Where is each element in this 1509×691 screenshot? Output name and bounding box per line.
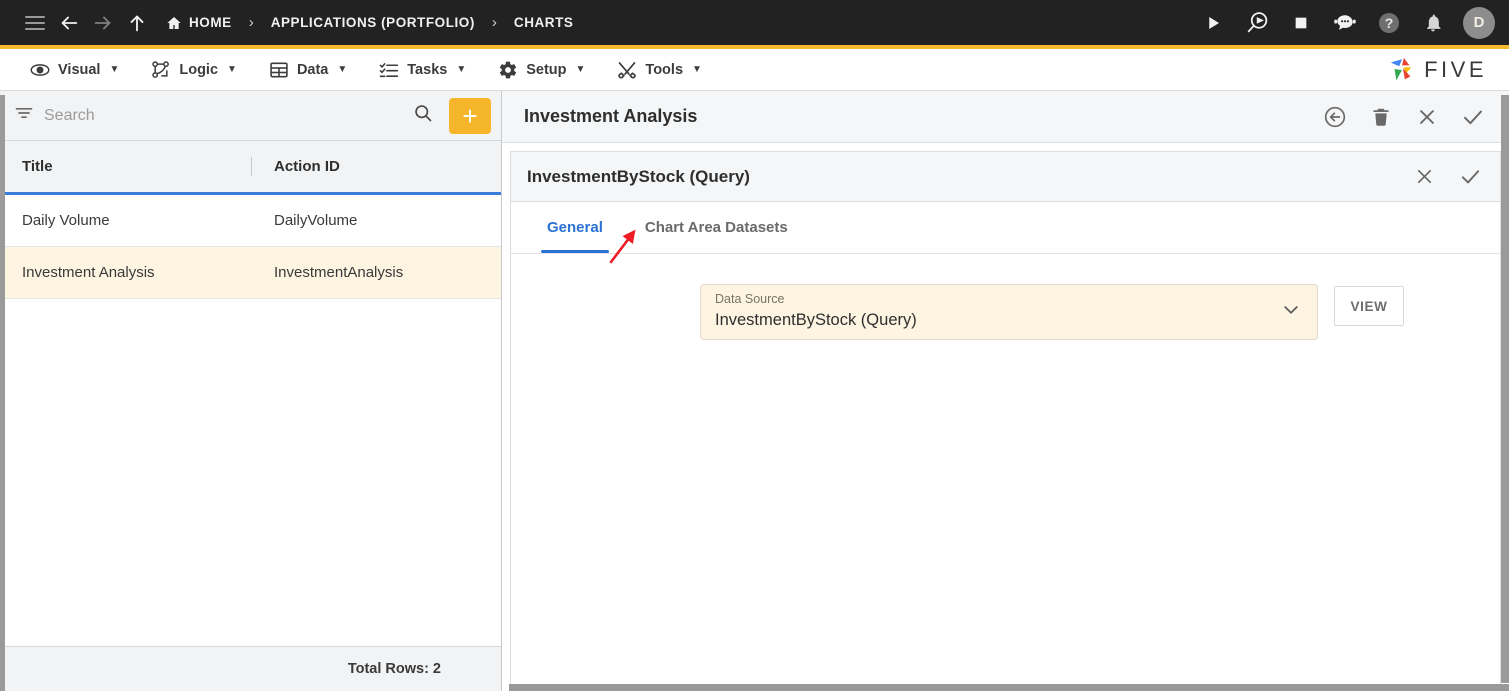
- avatar[interactable]: D: [1463, 6, 1495, 39]
- records-table-body: Daily Volume DailyVolume Investment Anal…: [0, 195, 501, 646]
- chevron-down-icon: ▼: [227, 64, 237, 75]
- brand-text: FIVE: [1424, 56, 1487, 82]
- table-row[interactable]: Investment Analysis InvestmentAnalysis: [0, 247, 501, 299]
- query-subpanel-actions: [1410, 163, 1484, 191]
- breadcrumb-label: HOME: [189, 15, 232, 30]
- back-arrow-icon[interactable]: [52, 6, 86, 40]
- up-arrow-icon[interactable]: [120, 6, 154, 40]
- chevron-down-icon: ▼: [337, 64, 348, 75]
- tab-chart-area-datasets[interactable]: Chart Area Datasets: [631, 202, 802, 253]
- save-icon[interactable]: [1456, 163, 1484, 191]
- data-source-select[interactable]: Data Source InvestmentByStock (Query): [700, 284, 1318, 340]
- menu-item-logic[interactable]: Logic ▼: [135, 49, 253, 90]
- cell-action-id: InvestmentAnalysis: [274, 264, 404, 281]
- menu-item-tasks[interactable]: Tasks ▼: [363, 49, 482, 90]
- notifications-icon[interactable]: [1415, 5, 1451, 41]
- menu-item-data[interactable]: Data ▼: [253, 49, 363, 90]
- menu-label: Setup: [526, 61, 567, 78]
- tab-general[interactable]: General: [533, 202, 617, 253]
- top-navigation-bar: HOME › APPLICATIONS (PORTFOLIO) › CHARTS: [0, 0, 1509, 45]
- close-icon[interactable]: [1413, 103, 1441, 131]
- breadcrumb-label: APPLICATIONS (PORTFOLIO): [270, 15, 475, 30]
- cell-title: Daily Volume: [22, 212, 110, 229]
- search-icon[interactable]: [407, 103, 439, 128]
- logic-nodes-icon: [152, 60, 170, 78]
- eye-icon: [30, 63, 50, 76]
- chevron-down-icon: ▼: [575, 64, 586, 75]
- column-header-title[interactable]: Title: [0, 141, 252, 192]
- top-nav-controls: HOME › APPLICATIONS (PORTFOLIO) › CHARTS: [18, 6, 573, 40]
- help-icon[interactable]: ?: [1371, 5, 1407, 41]
- general-tab-form: Data Source InvestmentByStock (Query) VI…: [511, 254, 1500, 691]
- forward-arrow-icon[interactable]: [86, 6, 120, 40]
- view-button[interactable]: VIEW: [1334, 286, 1404, 326]
- menu-item-setup[interactable]: Setup ▼: [482, 49, 601, 90]
- query-subpanel: InvestmentByStock (Query) General Chart …: [510, 151, 1501, 691]
- search-input[interactable]: [44, 106, 397, 125]
- stop-icon[interactable]: [1283, 5, 1319, 41]
- main-menu-bar: Visual ▼ Logic ▼ Data ▼ Tasks ▼ Setup ▼ …: [0, 45, 1509, 91]
- filter-icon[interactable]: [14, 103, 34, 128]
- data-source-value: InvestmentByStock (Query): [715, 310, 917, 329]
- home-icon: [167, 16, 181, 29]
- chevron-down-icon: ▼: [692, 64, 702, 75]
- breadcrumb-separator: ›: [248, 14, 254, 31]
- records-table-header: Title Action ID: [0, 141, 501, 195]
- page-title: Investment Analysis: [524, 106, 698, 126]
- detail-tabs: General Chart Area Datasets: [511, 202, 1500, 254]
- menu-label: Logic: [179, 61, 219, 78]
- detail-panel-actions: [1321, 103, 1487, 131]
- run-icon[interactable]: [1195, 5, 1231, 41]
- menu-label: Data: [296, 61, 329, 78]
- menu-item-tools[interactable]: Tools ▼: [601, 49, 718, 90]
- subpanel-title: InvestmentByStock (Query): [527, 166, 750, 186]
- brand-logo: FIVE: [1387, 56, 1487, 84]
- detail-panel-header: Investment Analysis: [502, 91, 1509, 143]
- left-edge-scrollbar[interactable]: [0, 95, 5, 691]
- table-row[interactable]: Daily Volume DailyVolume: [0, 195, 501, 247]
- add-record-button[interactable]: +: [449, 97, 491, 134]
- menu-label: Tasks: [407, 61, 448, 78]
- menu-label: Visual: [58, 61, 101, 78]
- delete-icon[interactable]: [1367, 103, 1395, 131]
- task-list-icon: [379, 62, 399, 77]
- cell-action-id: DailyVolume: [274, 212, 358, 229]
- horizontal-scrollbar[interactable]: [509, 684, 1509, 691]
- column-header-action-id[interactable]: Action ID: [252, 141, 501, 192]
- query-subpanel-header: InvestmentByStock (Query): [511, 152, 1500, 202]
- revert-icon[interactable]: [1321, 103, 1349, 131]
- chevron-down-icon: ▼: [109, 64, 120, 75]
- hamburger-icon[interactable]: [18, 6, 52, 40]
- total-rows-label: Total Rows: 2: [0, 646, 501, 691]
- records-sidebar: + Title Action ID Daily Volume DailyVolu…: [0, 91, 502, 691]
- chatbot-icon[interactable]: [1327, 5, 1363, 41]
- workspace: + Title Action ID Daily Volume DailyVolu…: [0, 91, 1509, 691]
- data-source-label: Data Source: [715, 292, 785, 306]
- chevron-down-icon: ▼: [456, 64, 467, 75]
- breadcrumb-item-applications[interactable]: APPLICATIONS (PORTFOLIO): [271, 15, 475, 30]
- svg-text:?: ?: [1385, 15, 1394, 31]
- menu-label: Tools: [645, 61, 684, 78]
- breadcrumb-item-home[interactable]: HOME: [166, 15, 232, 31]
- breadcrumb-item-charts[interactable]: CHARTS: [514, 15, 574, 30]
- app-root: HOME › APPLICATIONS (PORTFOLIO) › CHARTS: [0, 0, 1509, 691]
- cell-title: Investment Analysis: [22, 264, 155, 281]
- vertical-scrollbar[interactable]: [1501, 95, 1509, 683]
- table-grid-icon: [270, 62, 288, 77]
- close-icon[interactable]: [1410, 163, 1438, 191]
- gear-icon: [500, 61, 517, 78]
- detail-panel: Investment Analysis InvestmentByStock (Q…: [502, 91, 1509, 691]
- breadcrumb-label: CHARTS: [513, 15, 574, 30]
- breadcrumb-separator: ›: [491, 14, 497, 31]
- tools-icon: [618, 61, 637, 78]
- menu-item-visual[interactable]: Visual ▼: [14, 49, 135, 90]
- data-source-row: Data Source InvestmentByStock (Query) VI…: [511, 284, 1500, 340]
- search-bar: +: [0, 91, 501, 141]
- save-icon[interactable]: [1459, 103, 1487, 131]
- top-nav-actions: ? D: [1195, 5, 1495, 41]
- five-logo-mark: [1390, 57, 1412, 80]
- breadcrumb: HOME › APPLICATIONS (PORTFOLIO) › CHARTS: [166, 14, 573, 31]
- debug-icon[interactable]: [1239, 5, 1275, 41]
